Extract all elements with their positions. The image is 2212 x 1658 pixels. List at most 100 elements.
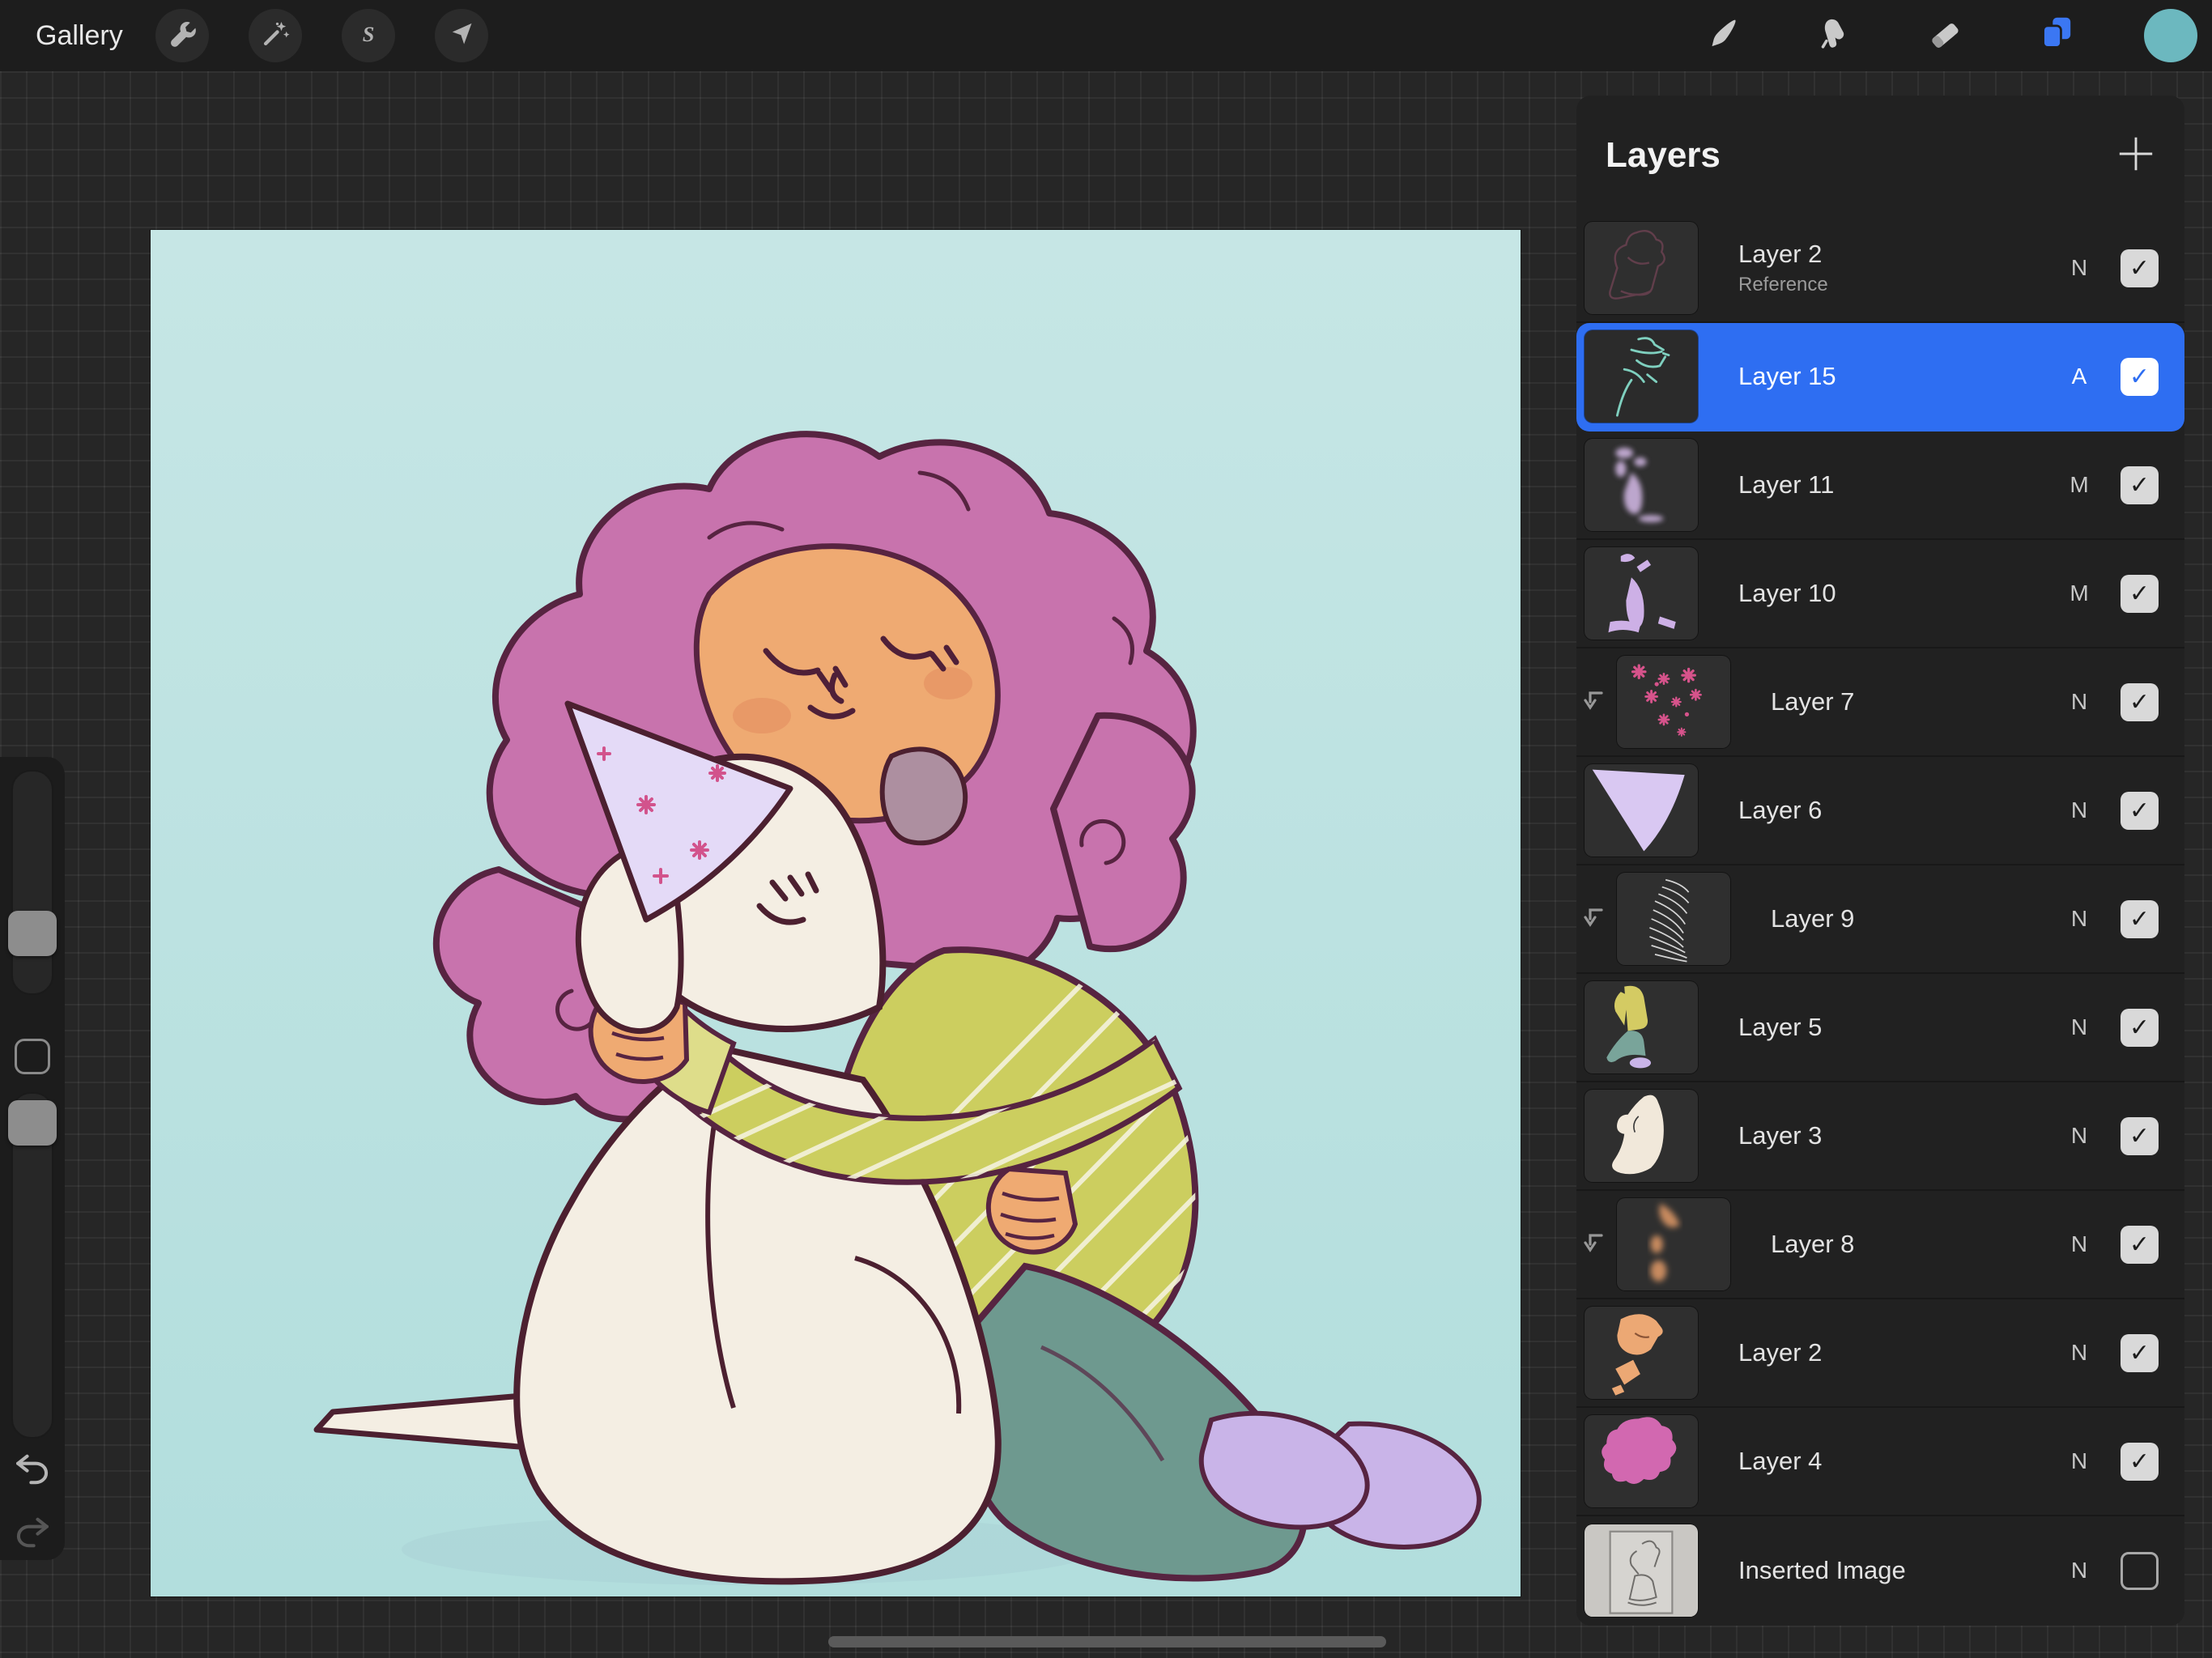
erase-button[interactable]	[1918, 9, 1972, 62]
blend-mode-button[interactable]: N	[2061, 255, 2098, 281]
layer-subtitle: Reference	[1738, 274, 2061, 296]
layer-thumbnail	[1617, 873, 1730, 965]
visibility-checkbox[interactable]: ✓	[2121, 683, 2159, 721]
blend-mode-button[interactable]: N	[2061, 689, 2098, 715]
layer-name: Layer 9	[1771, 904, 2061, 933]
adjustments-button[interactable]	[249, 9, 302, 62]
s-ribbon-icon: S	[352, 18, 385, 54]
visibility-checkbox[interactable]: ✓	[2121, 466, 2159, 504]
blend-mode-button[interactable]: N	[2061, 1014, 2098, 1040]
visibility-checkbox[interactable]: ✓	[2121, 792, 2159, 830]
layer-name: Layer 5	[1738, 1013, 2061, 1042]
blend-mode-button[interactable]: N	[2061, 1558, 2098, 1584]
opacity-slider[interactable]	[11, 1092, 53, 1439]
layers-panel: Layers Layer 2Reference N ✓	[1576, 96, 2184, 1626]
smudge-button[interactable]	[1806, 9, 1859, 62]
drawing-canvas[interactable]	[151, 230, 1521, 1596]
blend-mode-button[interactable]: N	[2061, 906, 2098, 932]
blend-mode-button[interactable]: N	[2061, 1231, 2098, 1257]
visibility-checkbox[interactable]: ✓	[2121, 249, 2159, 287]
visibility-checkbox[interactable]: ✓	[2121, 358, 2159, 396]
layer-thumbnail	[1585, 1524, 1698, 1617]
layer-row[interactable]: Layer 7 N ✓	[1576, 648, 2184, 757]
layer-row[interactable]: Layer 9 N ✓	[1576, 865, 2184, 974]
layer-name: Layer 4	[1738, 1447, 2061, 1476]
selection-button[interactable]: S	[342, 9, 395, 62]
layer-row[interactable]: Layer 2Reference N ✓	[1576, 215, 2184, 323]
layer-row[interactable]: Layer 2 N ✓	[1576, 1299, 2184, 1408]
blend-mode-button[interactable]: A	[2061, 363, 2098, 389]
layer-thumbnail	[1585, 547, 1698, 640]
layer-thumbnail	[1585, 1307, 1698, 1399]
transform-button[interactable]	[435, 9, 488, 62]
app-window: Gallery S	[0, 0, 2212, 1658]
paint-button[interactable]	[1695, 9, 1748, 62]
undo-button[interactable]	[6, 1445, 58, 1497]
visibility-checkbox[interactable]: ✓	[2121, 1009, 2159, 1047]
actions-button[interactable]	[155, 9, 209, 62]
layers-panel-header: Layers	[1576, 96, 2184, 215]
add-layer-button[interactable]	[2115, 134, 2157, 176]
visibility-checkbox[interactable]: ✓	[2121, 1226, 2159, 1264]
layer-name: Layer 2	[1738, 1338, 2061, 1367]
brush-size-slider[interactable]	[11, 770, 53, 995]
layer-row[interactable]: Inserted Image N	[1576, 1516, 2184, 1625]
blend-mode-button[interactable]: M	[2061, 472, 2098, 498]
layer-row[interactable]: Layer 10 M ✓	[1576, 540, 2184, 648]
layer-row[interactable]: Layer 5 N ✓	[1576, 974, 2184, 1082]
opacity-handle[interactable]	[8, 1100, 57, 1146]
clipping-mask-arrow-icon	[1576, 906, 1609, 932]
layer-name: Layer 3	[1738, 1121, 2061, 1150]
modify-button[interactable]	[15, 1039, 50, 1074]
redo-icon	[11, 1511, 53, 1558]
visibility-checkbox[interactable]: ✓	[2121, 575, 2159, 613]
top-toolbar: Gallery S	[0, 0, 2212, 71]
layer-name: Layer 6	[1738, 796, 2061, 825]
blend-mode-button[interactable]: N	[2061, 797, 2098, 823]
layer-row[interactable]: Layer 8 N ✓	[1576, 1191, 2184, 1299]
blend-mode-button[interactable]: N	[2061, 1340, 2098, 1366]
plus-icon	[2116, 134, 2156, 178]
visibility-checkbox[interactable]: ✓	[2121, 900, 2159, 938]
layer-row[interactable]: Layer 11 M ✓	[1576, 432, 2184, 540]
layer-name: Layer 8	[1771, 1230, 2061, 1259]
blend-mode-button[interactable]: M	[2061, 580, 2098, 606]
undo-icon	[11, 1448, 53, 1494]
svg-text:S: S	[363, 22, 375, 45]
layer-name: Layer 7	[1771, 687, 2061, 716]
visibility-checkbox[interactable]: ✓	[2121, 1443, 2159, 1481]
layer-row[interactable]: Layer 3 N ✓	[1576, 1082, 2184, 1191]
smudge-finger-icon	[1814, 15, 1851, 57]
visibility-checkbox[interactable]: ✓	[2121, 1117, 2159, 1155]
layer-name: Layer 15	[1738, 362, 2061, 391]
magic-wand-icon	[259, 18, 291, 54]
canvas-workspace: Layers Layer 2Reference N ✓	[0, 71, 2212, 1658]
layers-button[interactable]	[2030, 9, 2083, 62]
brush-icon	[1703, 15, 1740, 57]
layer-thumbnail	[1585, 439, 1698, 531]
layers-icon	[2036, 14, 2077, 58]
layer-name: Layer 11	[1738, 470, 2061, 500]
blend-mode-button[interactable]: N	[2061, 1123, 2098, 1149]
arrow-cursor-icon	[445, 18, 478, 54]
visibility-checkbox[interactable]	[2121, 1552, 2159, 1590]
brush-size-handle[interactable]	[8, 911, 57, 956]
layer-row[interactable]: Layer 15 A ✓	[1576, 323, 2184, 432]
layer-row[interactable]: Layer 6 N ✓	[1576, 757, 2184, 865]
clipping-mask-arrow-icon	[1576, 1231, 1609, 1257]
home-indicator[interactable]	[828, 1636, 1386, 1647]
visibility-checkbox[interactable]: ✓	[2121, 1334, 2159, 1372]
eraser-icon	[1926, 15, 1963, 57]
gallery-button[interactable]: Gallery	[36, 0, 123, 71]
layer-thumbnail	[1617, 656, 1730, 748]
artwork-illustration	[151, 230, 1521, 1596]
layer-thumbnail	[1585, 764, 1698, 857]
blend-mode-button[interactable]: N	[2061, 1448, 2098, 1474]
redo-button[interactable]	[6, 1508, 58, 1560]
layer-row[interactable]: Layer 4 N ✓	[1576, 1408, 2184, 1516]
layer-name: Inserted Image	[1738, 1556, 2061, 1585]
layer-thumbnail	[1585, 981, 1698, 1073]
layer-thumbnail	[1617, 1198, 1730, 1290]
color-swatch[interactable]	[2144, 9, 2197, 62]
layer-thumbnail	[1585, 330, 1698, 423]
